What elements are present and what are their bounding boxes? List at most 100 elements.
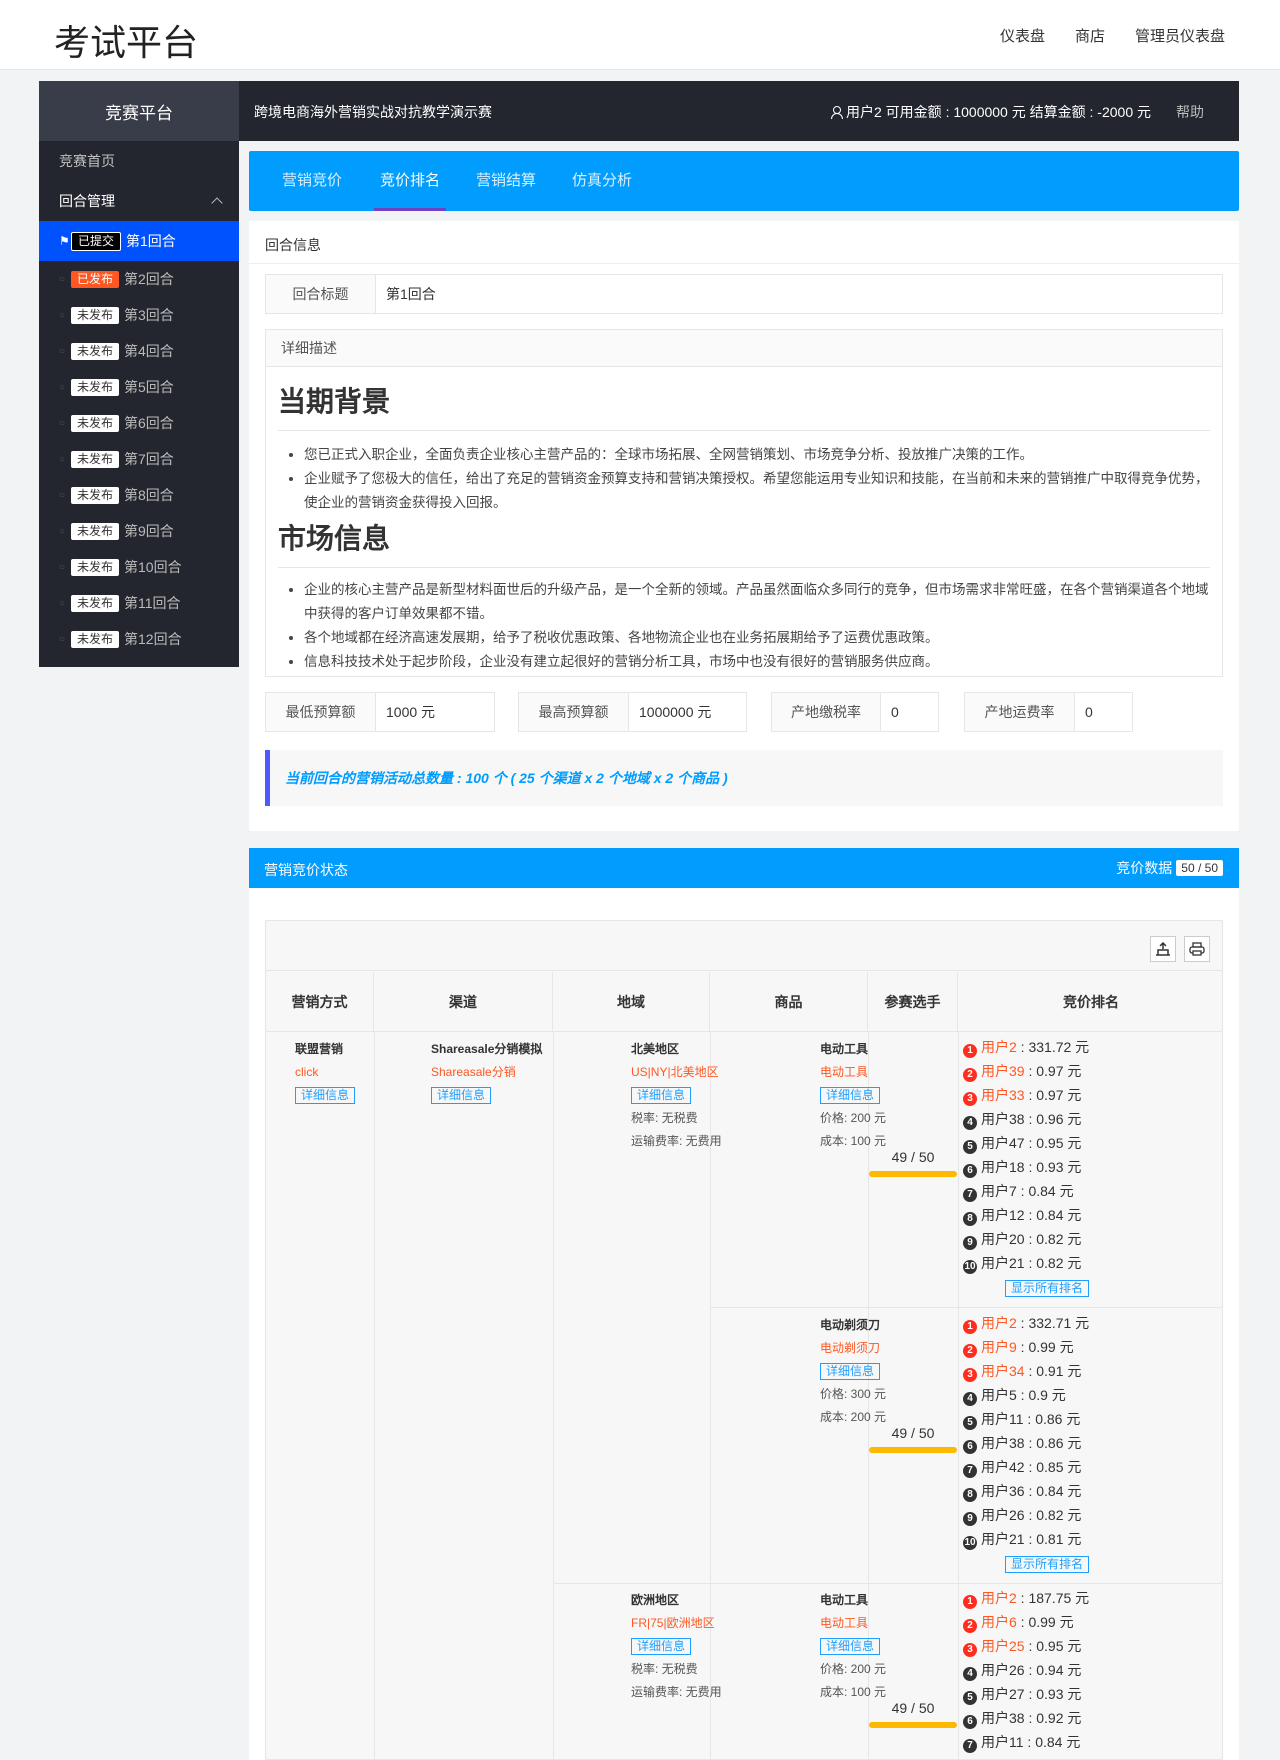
ranking-entry: 5 用户27 : 0.93 元 (963, 1682, 1089, 1706)
channel-name: Shareasale分销模拟 (431, 1042, 543, 1056)
sidebar-group-rounds[interactable]: 回合管理 (39, 181, 239, 221)
product-detail-button[interactable]: 详细信息 (820, 1638, 881, 1655)
rank-number-icon: 5 (963, 1140, 977, 1154)
background-list: 您已正式入职企业，全面负责企业核心主营产品的：全球市场拓展、全网营销策划、市场竞… (304, 443, 1210, 515)
print-button[interactable] (1184, 936, 1210, 962)
method-detail-button[interactable]: 详细信息 (295, 1087, 356, 1104)
sidebar-item-round[interactable]: ○ 未发布 第12回合 (39, 621, 239, 657)
nav-shop[interactable]: 商店 (1075, 25, 1105, 46)
print-icon (1189, 942, 1205, 956)
status-badge: 未发布 (71, 486, 120, 504)
sidebar-item-round[interactable]: ○ 未发布 第3回合 (39, 297, 239, 333)
freight-rate-label: 产地运费率 (965, 693, 1075, 731)
rank-number-icon: 7 (963, 1188, 977, 1202)
region-cell: 欧洲地区 FR|75|欧洲地区 详细信息 税率: 无税费 运输费率: 无费用 (631, 1589, 722, 1704)
rank-number-icon: 1 (963, 1595, 977, 1609)
sidebar-item-round[interactable]: ○ 未发布 第11回合 (39, 585, 239, 621)
ranking-text: 用户34 : 0.91 元 (981, 1363, 1082, 1379)
rank-number-icon: 9 (963, 1236, 977, 1250)
status-badge: 未发布 (71, 378, 120, 396)
ranking-text: 用户20 : 0.82 元 (981, 1231, 1082, 1247)
sidebar-item-round[interactable]: ○ 未发布 第7回合 (39, 441, 239, 477)
nav-dashboard[interactable]: 仪表盘 (1000, 25, 1045, 46)
product-price: 价格: 200 元 (820, 1662, 887, 1676)
max-budget-field: 最高预算额 1000000 元 (518, 692, 747, 732)
ranking-entry: 4 用户26 : 0.94 元 (963, 1658, 1089, 1682)
export-button[interactable] (1150, 936, 1176, 962)
list-item: 各个地域都在经济高速发展期，给予了税收优惠政策、各地物流企业也在业务拓展期给予了… (304, 626, 1210, 650)
nav-admin-dashboard[interactable]: 管理员仪表盘 (1135, 25, 1225, 46)
header-players: 参赛选手 (868, 972, 958, 1032)
sidebar-item-round[interactable]: ○ 未发布 第5回合 (39, 369, 239, 405)
rank-number-icon: 9 (963, 1512, 977, 1526)
product-detail-button[interactable]: 详细信息 (820, 1087, 881, 1104)
tax-rate-value: 0 (891, 704, 899, 720)
ranking-text: 用户47 : 0.95 元 (981, 1135, 1082, 1151)
rank-number-icon: 7 (963, 1739, 977, 1753)
dot-icon: ○ (59, 381, 66, 393)
divider (249, 263, 1239, 264)
sidebar-item-round[interactable]: ○ 未发布 第9回合 (39, 513, 239, 549)
region-detail-button[interactable]: 详细信息 (631, 1638, 692, 1655)
rank-number-icon: 3 (963, 1368, 977, 1382)
heading-market: 市场信息 (278, 517, 1210, 568)
round-title-label: 回合标题 (266, 275, 376, 313)
ranking-text: 用户5 : 0.9 元 (981, 1387, 1066, 1403)
status-badge: 未发布 (71, 630, 120, 648)
tab-bidding[interactable]: 营销竞价 (282, 151, 342, 211)
user-info[interactable]: 用户2 可用金额 : 1000000 元 结算金额 : -2000 元 (830, 102, 1151, 122)
region-detail-button[interactable]: 详细信息 (631, 1087, 692, 1104)
product-name: 电动工具 (820, 1042, 869, 1056)
region-code: US|NY|北美地区 (631, 1065, 719, 1079)
round-label: 第3回合 (124, 307, 174, 323)
round-label: 第12回合 (124, 631, 182, 647)
round-label: 第6回合 (124, 415, 174, 431)
sidebar-item-round[interactable]: ○ 未发布 第4回合 (39, 333, 239, 369)
progress-bar (869, 1722, 957, 1728)
sidebar-item-round[interactable]: ○ 未发布 第8回合 (39, 477, 239, 513)
ranking-entry: 3 用户34 : 0.91 元 (963, 1359, 1089, 1383)
freight-rate-field: 产地运费率 0 (964, 692, 1133, 732)
heading-background: 当期背景 (278, 380, 1210, 431)
sidebar-item-round[interactable]: ○ 未发布 第6回合 (39, 405, 239, 441)
status-badge: 未发布 (71, 450, 120, 468)
ranking-list: 1 用户2 : 332.71 元 2 用户9 : 0.99 元 3 用户34 : 0.91… (963, 1311, 1089, 1575)
channel-detail-button[interactable]: 详细信息 (431, 1087, 492, 1104)
sidebar-item-round[interactable]: ⚑ 已提交 第1回合 (39, 221, 239, 261)
dot-icon: ○ (59, 597, 66, 609)
ranking-entry: 2 用户9 : 0.99 元 (963, 1335, 1089, 1359)
round-list: ⚑ 已提交 第1回合 ○ 已发布 第2回合 ○ 未发布 第3回合 ○ 未发布 第4回合 ○ 未发布 第5回合… (39, 221, 239, 657)
show-all-ranking-button[interactable]: 显示所有排名 (1005, 1556, 1090, 1573)
bid-data-count-badge: 50 / 50 (1176, 860, 1223, 876)
ranking-text: 用户39 : 0.97 元 (981, 1063, 1082, 1079)
rank-number-icon: 1 (963, 1320, 977, 1334)
card-title: 回合信息 (265, 237, 321, 253)
flag-icon: ⚑ (59, 234, 70, 248)
tab-simulation[interactable]: 仿真分析 (572, 151, 632, 211)
ranking-entry: 1 用户2 : 187.75 元 (963, 1586, 1089, 1610)
header-product: 商品 (710, 972, 868, 1032)
show-all-ranking-button[interactable]: 显示所有排名 (1005, 1280, 1090, 1297)
ranking-entry: 1 用户2 : 332.71 元 (963, 1311, 1089, 1335)
ranking-entry: 4 用户5 : 0.9 元 (963, 1383, 1089, 1407)
ranking-text: 用户26 : 0.82 元 (981, 1507, 1082, 1523)
brand-logo[interactable]: 考试平台 (54, 14, 198, 66)
ranking-text: 用户21 : 0.81 元 (981, 1531, 1082, 1547)
method-type: click (295, 1065, 319, 1079)
sidebar-item-home[interactable]: 竞赛首页 (39, 141, 239, 181)
header-region: 地域 (553, 972, 710, 1032)
sidebar-item-round[interactable]: ○ 已发布 第2回合 (39, 261, 239, 297)
list-item: 企业赋予了您极大的信任，给出了充足的营销资金预算支持和营销决策授权。希望您能运用… (304, 467, 1210, 515)
product-price: 价格: 300 元 (820, 1387, 887, 1401)
tab-settlement[interactable]: 营销结算 (476, 151, 536, 211)
ranking-entry: 1 用户2 : 331.72 元 (963, 1035, 1089, 1059)
market-list: 企业的核心主营产品是新型材料面世后的升级产品，是一个全新的领域。产品虽然面临众多… (304, 578, 1210, 674)
product-detail-button[interactable]: 详细信息 (820, 1363, 881, 1380)
column-divider (958, 1032, 959, 1759)
status-badge: 未发布 (71, 558, 120, 576)
ranking-entry: 3 用户25 : 0.95 元 (963, 1634, 1089, 1658)
sidebar-item-round[interactable]: ○ 未发布 第10回合 (39, 549, 239, 585)
tab-ranking[interactable]: 竞价排名 (373, 151, 447, 211)
round-label: 第4回合 (124, 343, 174, 359)
help-link[interactable]: 帮助 (1176, 102, 1204, 122)
